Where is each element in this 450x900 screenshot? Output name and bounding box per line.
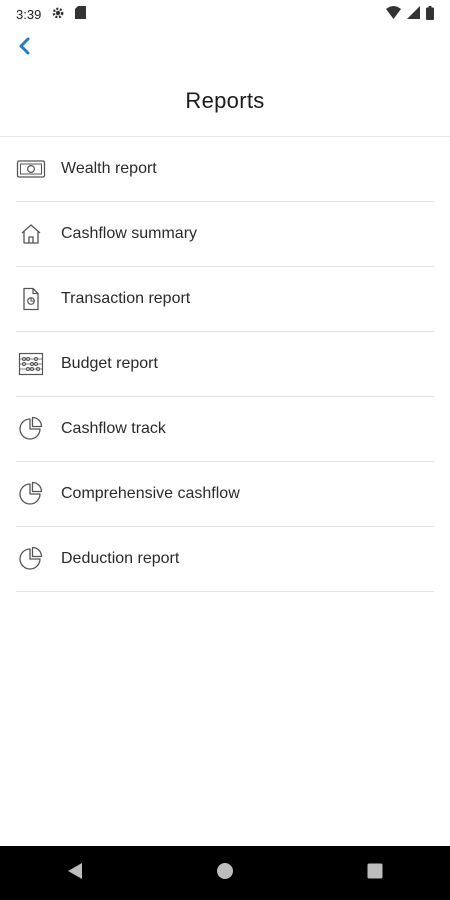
list-item-label: Deduction report: [61, 550, 180, 567]
page-title: Reports: [185, 88, 265, 113]
house-icon: [16, 219, 46, 249]
list-item-budget-report[interactable]: Budget report: [16, 332, 434, 397]
status-time: 3:39: [16, 6, 42, 22]
pie-chart-icon: [16, 479, 46, 509]
cash-icon: [16, 154, 46, 184]
list-item-cashflow-summary[interactable]: Cashflow summary: [16, 202, 434, 267]
document-icon: [16, 284, 46, 314]
recents-square-icon: [367, 863, 383, 884]
sd-card-icon: [75, 6, 87, 22]
list-item-wealth-report[interactable]: Wealth report: [16, 137, 434, 202]
gear-icon: [51, 6, 65, 23]
signal-icon: [407, 6, 420, 22]
list-item-label: Comprehensive cashflow: [61, 485, 240, 502]
pie-chart-icon: [16, 544, 46, 574]
battery-icon: [426, 5, 434, 23]
list-item-label: Cashflow track: [61, 420, 166, 437]
list-item-cashflow-track[interactable]: Cashflow track: [16, 397, 434, 462]
nav-back-button[interactable]: [45, 853, 105, 893]
system-nav-bar: [0, 846, 450, 900]
list-item-comprehensive-cashflow[interactable]: Comprehensive cashflow: [16, 462, 434, 527]
status-left: 3:39: [16, 6, 87, 23]
status-bar: 3:39: [0, 0, 450, 28]
reports-list: Wealth report Cashflow summary Transacti…: [16, 137, 434, 592]
back-button[interactable]: [10, 34, 38, 62]
chevron-left-icon: [17, 37, 31, 60]
list-item-label: Cashflow summary: [61, 225, 198, 242]
pie-chart-icon: [16, 414, 46, 444]
home-circle-icon: [216, 862, 234, 885]
list-item-deduction-report[interactable]: Deduction report: [16, 527, 434, 592]
nav-home-button[interactable]: [195, 853, 255, 893]
abacus-icon: [16, 349, 46, 379]
nav-recents-button[interactable]: [345, 853, 405, 893]
list-item-label: Transaction report: [61, 290, 191, 307]
back-triangle-icon: [67, 862, 83, 885]
list-item-label: Budget report: [61, 355, 158, 372]
status-right: [386, 5, 434, 23]
wifi-icon: [386, 6, 401, 22]
list-item-label: Wealth report: [61, 160, 157, 177]
list-item-transaction-report[interactable]: Transaction report: [16, 267, 434, 332]
